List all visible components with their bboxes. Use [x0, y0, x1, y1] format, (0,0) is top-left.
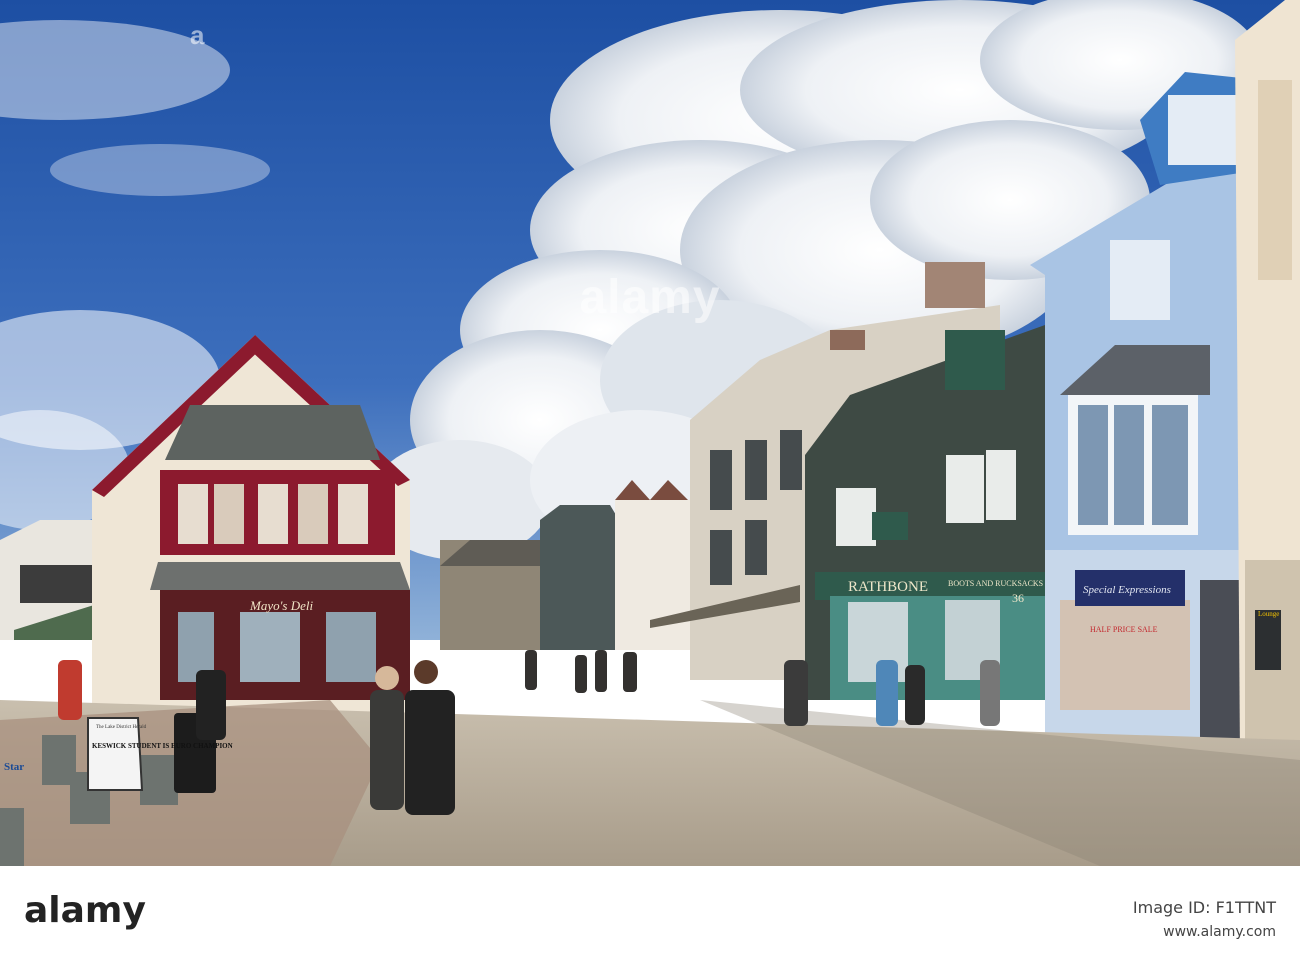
shop-number: 36: [1012, 591, 1024, 605]
deli-sign: Mayo's Deli: [249, 598, 313, 613]
stock-footer: alamy Image ID: F1TTNT www.alamy.com: [0, 866, 1300, 956]
news-board-headline: KESWICK STUDENT IS EURO CHAMPION: [92, 742, 233, 750]
footer-url: www.alamy.com: [1163, 924, 1276, 940]
footer-image-id: Image ID: F1TTNT: [1132, 898, 1276, 917]
photo-stage: Mayo's Deli RATHBONE BOOTS AND RUCKSACKS…: [0, 0, 1300, 956]
street-scene: Mayo's Deli RATHBONE BOOTS AND RUCKSACKS…: [0, 0, 1300, 866]
star-board: Star: [4, 761, 24, 773]
rathbone-sign: RATHBONE: [848, 579, 928, 595]
boots-sign: BOOTS AND RUCKSACKS: [948, 579, 1043, 588]
sale-sign: HALF PRICE SALE: [1090, 625, 1158, 634]
special-expressions-sign: Special Expressions: [1083, 584, 1171, 596]
street-photo: Mayo's Deli RATHBONE BOOTS AND RUCKSACKS…: [0, 0, 1300, 866]
right-stone-building: [1235, 0, 1300, 760]
news-board-masthead: The Lake District Herald: [96, 725, 147, 730]
footer-brand: alamy: [24, 890, 146, 931]
lounge-sign: Lounge: [1258, 610, 1279, 618]
